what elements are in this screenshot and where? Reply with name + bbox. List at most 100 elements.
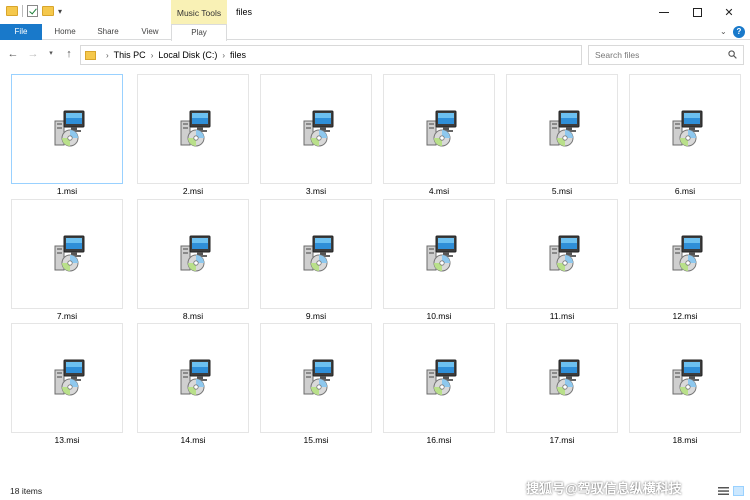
tab-share[interactable]: Share (88, 24, 128, 40)
watermark: 搜狐号@驾驭信息纵横科技 (526, 481, 682, 496)
search-placeholder: Search files (595, 50, 640, 60)
installer-package-icon (666, 233, 706, 273)
installer-package-icon (297, 233, 337, 273)
file-list-view: 1.msi 2.msi 3.msi 4.msi 5.msi 6.msi 7.msi 8.msi… (0, 69, 750, 482)
file-item[interactable]: 2.msi (137, 74, 249, 198)
back-arrow-icon[interactable]: ← (6, 47, 20, 61)
file-name[interactable]: 6.msi (629, 186, 741, 196)
tab-view[interactable]: View (132, 24, 168, 40)
installer-package-icon (420, 233, 460, 273)
file-item[interactable]: 3.msi (260, 74, 372, 198)
file-item[interactable]: 4.msi (383, 74, 495, 198)
file-name[interactable]: 11.msi (506, 311, 618, 321)
title-bar: ▾ Music Tools files ✕ (0, 0, 750, 24)
address-bar[interactable]: › This PC › Local Disk (C:) › files ▾ ↻ (80, 45, 659, 65)
tab-home[interactable]: Home (46, 24, 84, 40)
file-name[interactable]: 16.msi (383, 435, 495, 445)
file-name[interactable]: 7.msi (11, 311, 123, 321)
forward-arrow-icon[interactable]: → (26, 47, 40, 61)
file-item[interactable]: 17.msi (506, 323, 618, 447)
file-name[interactable]: 15.msi (260, 435, 372, 445)
file-thumbnail[interactable] (11, 199, 123, 309)
file-name[interactable]: 9.msi (260, 311, 372, 321)
minimize-icon (659, 11, 669, 13)
file-name[interactable]: 5.msi (506, 186, 618, 196)
file-item[interactable]: 1.msi (11, 74, 123, 198)
file-name[interactable]: 13.msi (11, 435, 123, 445)
file-name[interactable]: 18.msi (629, 435, 741, 445)
file-thumbnail[interactable] (506, 74, 618, 184)
file-item[interactable]: 9.msi (260, 199, 372, 323)
file-item[interactable]: 5.msi (506, 74, 618, 198)
new-folder-icon[interactable] (42, 6, 54, 16)
details-view-icon[interactable] (718, 486, 729, 496)
file-thumbnail[interactable] (383, 323, 495, 433)
installer-package-icon (174, 108, 214, 148)
file-name[interactable]: 3.msi (260, 186, 372, 196)
file-thumbnail[interactable] (260, 74, 372, 184)
file-thumbnail[interactable] (137, 74, 249, 184)
file-thumbnail[interactable] (260, 323, 372, 433)
large-icons-view-icon[interactable] (733, 486, 744, 496)
up-arrow-icon[interactable]: ↑ (62, 47, 76, 61)
breadcrumb-local-disk[interactable]: Local Disk (C:) (158, 50, 217, 60)
breadcrumb-this-pc[interactable]: This PC (114, 50, 146, 60)
installer-package-icon (420, 108, 460, 148)
properties-check-icon[interactable] (27, 5, 38, 17)
file-thumbnail[interactable] (383, 199, 495, 309)
file-thumbnail[interactable] (506, 199, 618, 309)
installer-package-icon (48, 233, 88, 273)
ribbon-expand-icon[interactable]: ⌄ (720, 27, 730, 37)
help-icon[interactable]: ? (733, 26, 745, 38)
file-item[interactable]: 10.msi (383, 199, 495, 323)
installer-package-icon (48, 108, 88, 148)
ribbon-tab-bar: File Home Share View Play (0, 24, 750, 41)
file-thumbnail[interactable] (506, 323, 618, 433)
file-thumbnail[interactable] (629, 323, 741, 433)
close-button[interactable]: ✕ (708, 0, 750, 24)
file-name[interactable]: 2.msi (137, 186, 249, 196)
file-item[interactable]: 18.msi (629, 323, 741, 447)
file-item[interactable]: 14.msi (137, 323, 249, 447)
file-name[interactable]: 1.msi (11, 186, 123, 196)
file-thumbnail[interactable] (137, 323, 249, 433)
installer-package-icon (666, 108, 706, 148)
tab-play[interactable]: Play (171, 24, 227, 41)
file-thumbnail[interactable] (260, 199, 372, 309)
file-name[interactable]: 12.msi (629, 311, 741, 321)
file-thumbnail[interactable] (383, 74, 495, 184)
file-thumbnail[interactable] (11, 74, 123, 184)
quick-access-toolbar: ▾ (6, 5, 62, 17)
file-name[interactable]: 10.msi (383, 311, 495, 321)
navigation-bar: ← → ▾ ↑ › This PC › Local Disk (C:) › fi… (0, 41, 750, 69)
file-item[interactable]: 6.msi (629, 74, 741, 198)
context-tab-group-label: Music Tools (171, 0, 227, 24)
file-name[interactable]: 14.msi (137, 435, 249, 445)
file-name[interactable]: 17.msi (506, 435, 618, 445)
installer-package-icon (297, 357, 337, 397)
breadcrumb-separator-icon[interactable]: › (151, 51, 154, 60)
file-item[interactable]: 13.msi (11, 323, 123, 447)
file-thumbnail[interactable] (629, 199, 741, 309)
customize-caret-icon[interactable]: ▾ (58, 7, 62, 16)
file-item[interactable]: 11.msi (506, 199, 618, 323)
file-thumbnail[interactable] (137, 199, 249, 309)
file-name[interactable]: 4.msi (383, 186, 495, 196)
file-item[interactable]: 7.msi (11, 199, 123, 323)
file-thumbnail[interactable] (629, 74, 741, 184)
maximize-icon (692, 7, 702, 17)
breadcrumb-files[interactable]: files (230, 50, 246, 60)
file-item[interactable]: 12.msi (629, 199, 741, 323)
breadcrumb-separator-icon[interactable]: › (106, 51, 109, 60)
search-input[interactable]: Search files (588, 45, 744, 65)
file-item[interactable]: 8.msi (137, 199, 249, 323)
file-name[interactable]: 8.msi (137, 311, 249, 321)
folder-icon (6, 6, 18, 16)
tab-file[interactable]: File (0, 24, 42, 40)
divider (22, 5, 23, 17)
breadcrumb-separator-icon[interactable]: › (222, 51, 225, 60)
recent-locations-caret-icon[interactable]: ▾ (44, 47, 58, 61)
file-item[interactable]: 15.msi (260, 323, 372, 447)
file-item[interactable]: 16.msi (383, 323, 495, 447)
file-thumbnail[interactable] (11, 323, 123, 433)
